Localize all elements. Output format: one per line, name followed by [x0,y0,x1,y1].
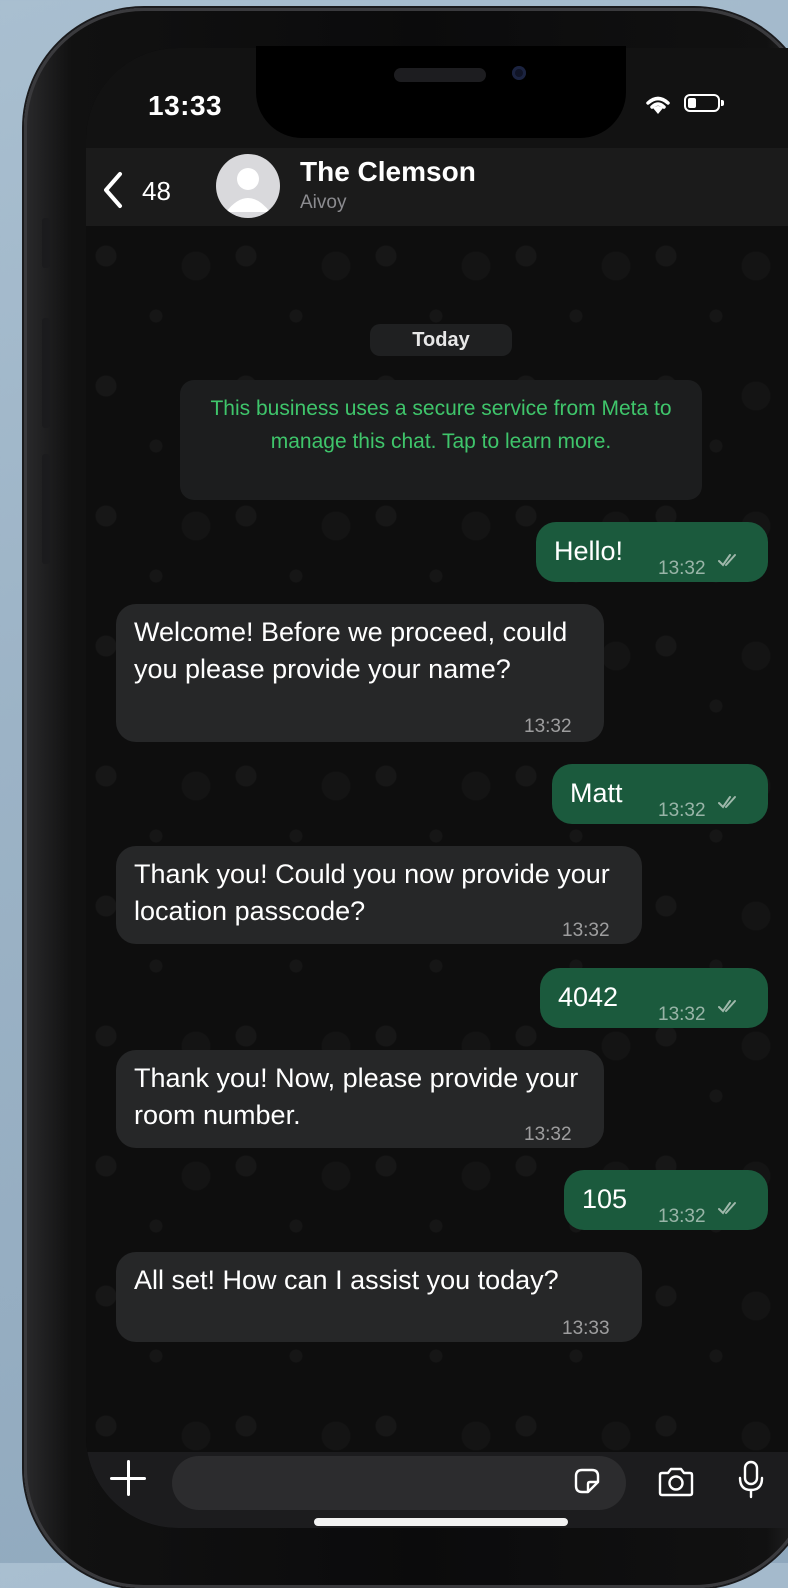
status-time: 13:33 [148,90,223,121]
message-composer [86,1452,788,1528]
message-time: 13:32 [658,1206,706,1227]
message-outgoing[interactable]: Matt 13:32 [552,764,768,824]
phone-screen: 13:33 48 The Clemson Aivoy Today This bu… [86,48,788,1528]
avatar[interactable] [216,154,280,218]
message-outgoing[interactable]: 4042 13:32 [540,968,768,1028]
message-time: 13:32 [524,716,572,737]
date-separator: Today [370,324,512,356]
message-outgoing[interactable]: Hello! 13:32 [536,522,768,582]
message-outgoing[interactable]: 105 13:32 [564,1170,768,1230]
chevron-left-icon[interactable] [100,170,126,216]
camera-icon[interactable] [656,1466,696,1498]
sticker-icon[interactable] [572,1466,602,1496]
message-time: 13:32 [658,800,706,821]
message-time: 13:32 [658,558,706,579]
message-incoming[interactable]: Welcome! Before we proceed, could you pl… [116,604,604,742]
message-text: Welcome! Before we proceed, could you pl… [134,617,568,684]
message-input[interactable] [172,1456,626,1510]
chat-title[interactable]: The Clemson [300,156,476,188]
front-camera [512,66,526,80]
phone-frame: 13:33 48 The Clemson Aivoy Today This bu… [24,8,788,1588]
message-text: Matt [570,778,623,808]
battery-icon [684,94,724,112]
business-notice[interactable]: This business uses a secure service from… [180,380,702,500]
double-check-icon [718,796,736,809]
chat-subtitle: Aivoy [300,192,347,213]
message-time: 13:32 [658,1004,706,1025]
volume-up-button [42,318,50,428]
mute-switch [42,218,50,268]
message-time: 13:32 [562,920,610,941]
double-check-icon [718,554,736,567]
person-icon [226,168,270,212]
message-text: 4042 [558,982,619,1012]
message-time: 13:33 [562,1318,610,1339]
message-time: 13:32 [524,1124,572,1145]
message-incoming[interactable]: All set! How can I assist you today? 13:… [116,1252,642,1342]
plus-icon[interactable] [110,1460,146,1496]
message-text: All set! How can I assist you today? [134,1265,559,1295]
message-text: Thank you! Could you now provide your lo… [134,859,610,926]
home-indicator[interactable] [314,1518,568,1526]
double-check-icon [718,1000,736,1013]
message-incoming[interactable]: Thank you! Now, please provide your room… [116,1050,604,1148]
microphone-icon[interactable] [736,1460,766,1500]
notch [256,46,626,138]
unread-count[interactable]: 48 [142,176,171,207]
message-text: Hello! [554,536,624,566]
speaker-grille [394,68,486,82]
wifi-icon [646,96,670,114]
message-incoming[interactable]: Thank you! Could you now provide your lo… [116,846,642,944]
double-check-icon [718,1202,736,1215]
message-text: 105 [582,1184,628,1214]
volume-down-button [42,454,50,564]
